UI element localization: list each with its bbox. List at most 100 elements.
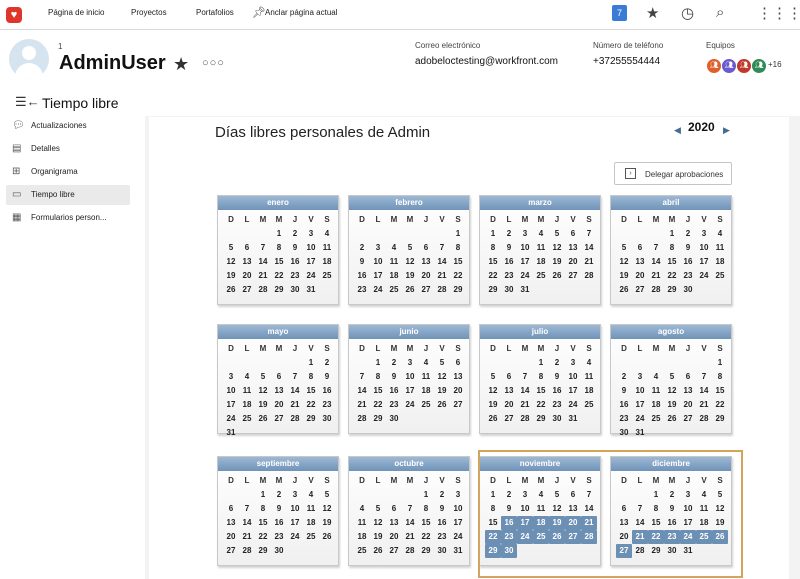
calendar-day[interactable]: 7 [239,502,255,516]
calendar-day[interactable]: 26 [370,544,386,558]
calendar-day[interactable]: 27 [223,544,239,558]
calendar-day[interactable]: 19 [485,398,501,412]
calendar-day[interactable]: 25 [418,398,434,412]
calendar-day[interactable]: 24 [450,530,466,544]
calendar-day[interactable]: 3 [632,370,648,384]
calendar-day[interactable]: 17 [370,269,386,283]
calendar-day[interactable]: 3 [696,227,712,241]
calendar-day[interactable]: 18 [533,255,549,269]
calendar-day[interactable]: 25 [354,544,370,558]
calendar-day[interactable]: 8 [370,370,386,384]
calendar-day[interactable]: 8 [255,502,271,516]
calendar-day[interactable]: 16 [549,384,565,398]
calendar-day[interactable]: 29 [271,283,287,297]
calendar-day[interactable]: 19 [664,398,680,412]
calendar-day[interactable]: 10 [696,241,712,255]
calendar-day[interactable]: 2 [386,356,402,370]
sidebar-item-details[interactable]: ▤ Detalles [6,139,130,159]
calendar-day[interactable]: 11 [239,384,255,398]
calendar-day[interactable]: 15 [418,516,434,530]
calendar-day[interactable]: 6 [632,241,648,255]
calendar-day[interactable]: 9 [434,502,450,516]
calendar-day[interactable]: 28 [434,283,450,297]
calendar-day[interactable]: 13 [223,516,239,530]
calendar-day[interactable]: 3 [565,356,581,370]
calendar-day[interactable]: 13 [680,384,696,398]
calendar-day[interactable]: 20 [632,269,648,283]
calendar-day[interactable]: 29 [303,412,319,426]
calendar-day[interactable]: 6 [239,241,255,255]
apps-grid-icon[interactable]: ⋮⋮⋮ [757,4,800,22]
calendar-day[interactable]: 14 [287,384,303,398]
calendar-day[interactable]: 24 [287,530,303,544]
calendar-day[interactable]: 15 [533,384,549,398]
calendar-day[interactable]: 9 [616,384,632,398]
calendar-day[interactable]: 23 [271,530,287,544]
search-icon[interactable]: ⌕ [716,4,724,21]
calendar-day[interactable]: 16 [680,255,696,269]
calendar-day[interactable]: 24 [632,412,648,426]
calendar-day[interactable]: 15 [485,255,501,269]
calendar-day[interactable]: 2 [287,227,303,241]
calendar-day[interactable]: 19 [402,269,418,283]
calendar-day[interactable]: 12 [370,516,386,530]
team-avatar-icon[interactable]: 👥︎ [721,58,737,74]
calendar-day[interactable]: 12 [255,384,271,398]
calendar-day[interactable]: 28 [648,283,664,297]
sidebar-item-custom-forms[interactable]: ▦ Formularios person... [6,208,130,228]
calendar-day[interactable]: 18 [319,255,335,269]
sidebar-item-time-off[interactable]: ▭ Tiempo libre [6,185,130,205]
notifications-badge[interactable]: 7 [612,5,627,21]
calendar-day[interactable]: 26 [402,283,418,297]
calendar-day[interactable]: 17 [223,398,239,412]
calendar-day[interactable]: 11 [319,241,335,255]
workfront-logo-icon[interactable]: ♥ [6,7,22,23]
calendar-day[interactable]: 23 [616,412,632,426]
calendar-day[interactable]: 28 [239,544,255,558]
calendar-day[interactable]: 16 [386,384,402,398]
calendar-day[interactable]: 20 [239,269,255,283]
calendar-day[interactable]: 23 [680,269,696,283]
calendar-day[interactable]: 8 [533,370,549,384]
calendar-day[interactable]: 18 [354,530,370,544]
calendar-day[interactable]: 17 [696,255,712,269]
calendar-day[interactable]: 25 [386,283,402,297]
calendar-day[interactable]: 14 [648,255,664,269]
previous-year-icon[interactable]: ◀ [674,125,681,136]
calendar-day[interactable]: 7 [517,370,533,384]
calendar-day[interactable]: 4 [533,227,549,241]
calendar-day[interactable]: 21 [648,269,664,283]
calendar-day[interactable]: 14 [696,384,712,398]
calendar-day[interactable]: 2 [271,488,287,502]
calendar-day[interactable]: 31 [450,544,466,558]
calendar-day[interactable]: 2 [549,356,565,370]
calendar-day[interactable]: 26 [319,530,335,544]
calendar-day[interactable]: 24 [517,269,533,283]
recent-history-icon[interactable]: ◷ [681,4,694,22]
calendar-day[interactable]: 11 [533,241,549,255]
calendar-day[interactable]: 9 [354,255,370,269]
sidebar-item-updates[interactable]: 💬︎ Actualizaciones [6,116,130,136]
calendar-day[interactable]: 29 [255,544,271,558]
calendar-day[interactable]: 26 [255,412,271,426]
calendar-day[interactable]: 2 [501,227,517,241]
calendar-day[interactable]: 9 [271,502,287,516]
calendar-day[interactable]: 14 [434,255,450,269]
calendar-day[interactable]: 16 [354,269,370,283]
calendar-day[interactable]: 15 [303,384,319,398]
calendar-day[interactable]: 12 [319,502,335,516]
calendar-day[interactable]: 30 [386,412,402,426]
calendar-day[interactable]: 7 [581,227,597,241]
calendar-day[interactable]: 15 [370,384,386,398]
calendar-day[interactable]: 15 [712,384,728,398]
calendar-day[interactable]: 10 [303,241,319,255]
more-options-icon[interactable]: ○○○ [202,57,225,69]
calendar-day[interactable]: 31 [303,283,319,297]
calendar-day[interactable]: 14 [402,516,418,530]
calendar-day[interactable]: 3 [402,356,418,370]
calendar-day[interactable]: 18 [239,398,255,412]
calendar-day[interactable]: 7 [402,502,418,516]
calendar-day[interactable]: 1 [370,356,386,370]
collapse-sidebar-icon[interactable]: ☰← [15,94,40,110]
calendar-day[interactable]: 7 [434,241,450,255]
